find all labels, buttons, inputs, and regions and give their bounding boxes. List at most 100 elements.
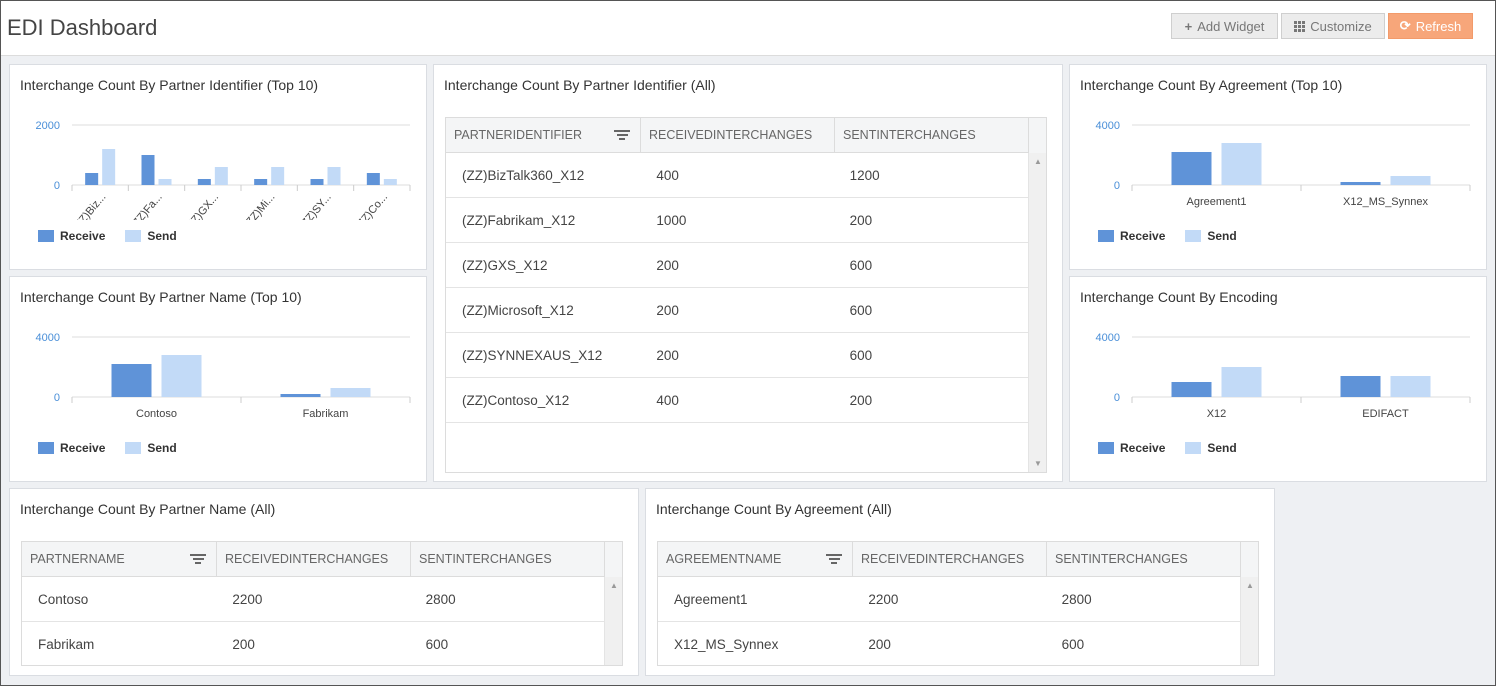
cell-received: 200 (868, 637, 891, 652)
table-row[interactable]: (ZZ)SYNNEXAUS_X12 200 600 (446, 333, 1028, 378)
legend-receive-label: Receive (60, 441, 106, 455)
table-row[interactable]: X12_MS_Synnex 200 600 (658, 622, 1240, 665)
cell-received: 400 (656, 168, 679, 183)
table-row[interactable]: (ZZ)Microsoft_X12 200 600 (446, 288, 1028, 333)
cell-sent: 1200 (849, 168, 880, 183)
bar-send (158, 179, 172, 185)
bar-send (1221, 143, 1262, 185)
receive-swatch (38, 442, 54, 454)
legend-receive: Receive (1098, 441, 1165, 455)
column-header-label: RECEIVEDINTERCHANGES (861, 552, 1025, 566)
chart-svg: 0 2000 (ZZ)Biz... (ZZ)Fa... (ZZ)GX... (ZZ)Mi.… (36, 120, 411, 220)
chart-legend: Receive Send (38, 441, 177, 455)
legend-send: Send (125, 441, 177, 455)
column-header-sentinterchanges[interactable]: SENTINTERCHANGES (835, 118, 1030, 153)
column-header-label: SENTINTERCHANGES (419, 552, 552, 566)
filter-icon[interactable] (614, 130, 630, 140)
x-tick-label: (ZZ)GX... (182, 191, 221, 220)
column-header-receivedinterchanges[interactable]: RECEIVEDINTERCHANGES (641, 118, 835, 153)
cell-sent: 200 (849, 393, 873, 408)
cell-partner: (ZZ)Contoso_X12 (462, 393, 570, 408)
column-header-receivedinterchanges[interactable]: RECEIVEDINTERCHANGES (853, 542, 1047, 577)
column-header-sentinterchanges[interactable]: SENTINTERCHANGES (411, 542, 606, 577)
cell-sent: 2800 (1061, 592, 1092, 607)
widget-title: Interchange Count By Partner Identifier … (444, 77, 716, 93)
widget-title: Interchange Count By Agreement (Top 10) (1080, 77, 1343, 93)
scroll-down-icon[interactable]: ▼ (1034, 459, 1042, 468)
cell-partner-name: Contoso (38, 592, 89, 607)
customize-button[interactable]: Customize (1281, 13, 1385, 39)
bar-receive (85, 173, 99, 185)
table-row[interactable]: (ZZ)Contoso_X12 400 200 (446, 378, 1028, 423)
bar-receive (280, 394, 321, 397)
scroll-up-icon[interactable]: ▲ (1034, 157, 1042, 166)
refresh-button[interactable]: ⟳ Refresh (1388, 13, 1473, 39)
legend-send-label: Send (147, 441, 177, 455)
filter-icon[interactable] (190, 554, 206, 564)
legend-send: Send (125, 229, 177, 243)
table-row[interactable]: (ZZ)Fabrikam_X12 1000 200 (446, 198, 1028, 243)
table-row[interactable]: Contoso 2200 2800 (22, 577, 604, 622)
column-header-partnername[interactable]: PARTNERNAME (22, 542, 217, 577)
y-tick-label: 2000 (36, 120, 60, 132)
widget-partner-identifier-all: Interchange Count By Partner Identifier … (433, 64, 1063, 482)
column-header-receivedinterchanges[interactable]: RECEIVEDINTERCHANGES (217, 542, 411, 577)
column-header-agreementname[interactable]: AGREEMENTNAME (658, 542, 853, 577)
x-tick-label: X12_MS_Synnex (1343, 196, 1428, 208)
cell-partner: (ZZ)BizTalk360_X12 (462, 168, 585, 183)
cell-received: 200 (656, 348, 679, 363)
bar-receive (366, 173, 380, 185)
table-row[interactable]: (ZZ)BizTalk360_X12 400 1200 (446, 153, 1028, 198)
column-header-label: RECEIVEDINTERCHANGES (649, 128, 813, 142)
y-tick-label: 0 (54, 392, 60, 404)
column-header-partneridentifier[interactable]: PARTNERIDENTIFIER (446, 118, 641, 153)
customize-label: Customize (1310, 18, 1372, 34)
bar-send (1221, 367, 1262, 397)
agreement-table: AGREEMENTNAME RECEIVEDINTERCHANGES SENTI… (657, 541, 1259, 666)
scroll-up-icon[interactable]: ▲ (610, 581, 618, 590)
filter-icon[interactable] (826, 554, 842, 564)
bar-receive (111, 364, 152, 397)
top-bar: EDI Dashboard + Add Widget Customize ⟳ R… (1, 1, 1495, 56)
header-corner (1028, 118, 1046, 153)
table-row[interactable]: (ZZ)GXS_X12 200 600 (446, 243, 1028, 288)
legend-receive: Receive (1098, 229, 1165, 243)
chart-encoding: 0 4000 X12 EDIFACT (1070, 322, 1488, 432)
cell-sent: 600 (425, 637, 449, 652)
x-tick-label: (ZZ)Biz... (70, 191, 108, 220)
bar-receive (1171, 152, 1212, 185)
y-tick-label: 4000 (36, 332, 60, 344)
widget-encoding: Interchange Count By Encoding 0 4000 X12 ED… (1069, 276, 1487, 482)
add-widget-button[interactable]: + Add Widget (1171, 13, 1278, 39)
cell-sent: 2800 (425, 592, 456, 607)
cell-received: 200 (232, 637, 255, 652)
cell-received: 200 (656, 303, 679, 318)
cell-sent: 200 (849, 213, 873, 228)
partner-identifier-table: PARTNERIDENTIFIER RECEIVEDINTERCHANGES S… (445, 117, 1047, 473)
table-header: AGREEMENTNAME RECEIVEDINTERCHANGES SENTI… (658, 542, 1258, 577)
column-header-label: PARTNERIDENTIFIER (454, 128, 583, 142)
x-tick-label: (ZZ)Fa... (128, 191, 165, 220)
legend-receive-label: Receive (1120, 229, 1166, 243)
grid-icon (1294, 20, 1306, 32)
table-row[interactable]: Agreement1 2200 2800 (658, 577, 1240, 622)
cell-sent: 600 (849, 348, 873, 363)
widget-partner-identifier-top10: Interchange Count By Partner Identifier … (9, 64, 427, 270)
legend-send-label: Send (1207, 229, 1237, 243)
bar-send (327, 167, 341, 185)
cell-received: 2200 (868, 592, 899, 607)
header-corner (604, 542, 622, 577)
legend-receive: Receive (38, 441, 105, 455)
scroll-up-icon[interactable]: ▲ (1246, 581, 1254, 590)
cell-partner: (ZZ)Fabrikam_X12 (462, 213, 576, 228)
table-row[interactable]: Fabrikam 200 600 (22, 622, 604, 665)
vertical-scrollbar[interactable]: ▲ (1240, 577, 1258, 665)
receive-swatch (1098, 442, 1114, 454)
y-tick-label: 4000 (1096, 332, 1120, 344)
column-header-sentinterchanges[interactable]: SENTINTERCHANGES (1047, 542, 1242, 577)
send-swatch (1185, 442, 1202, 454)
vertical-scrollbar[interactable]: ▲ (604, 577, 622, 665)
widget-title: Interchange Count By Agreement (All) (656, 501, 892, 517)
receive-swatch (1098, 230, 1114, 242)
vertical-scrollbar[interactable]: ▲ ▼ (1028, 153, 1046, 472)
